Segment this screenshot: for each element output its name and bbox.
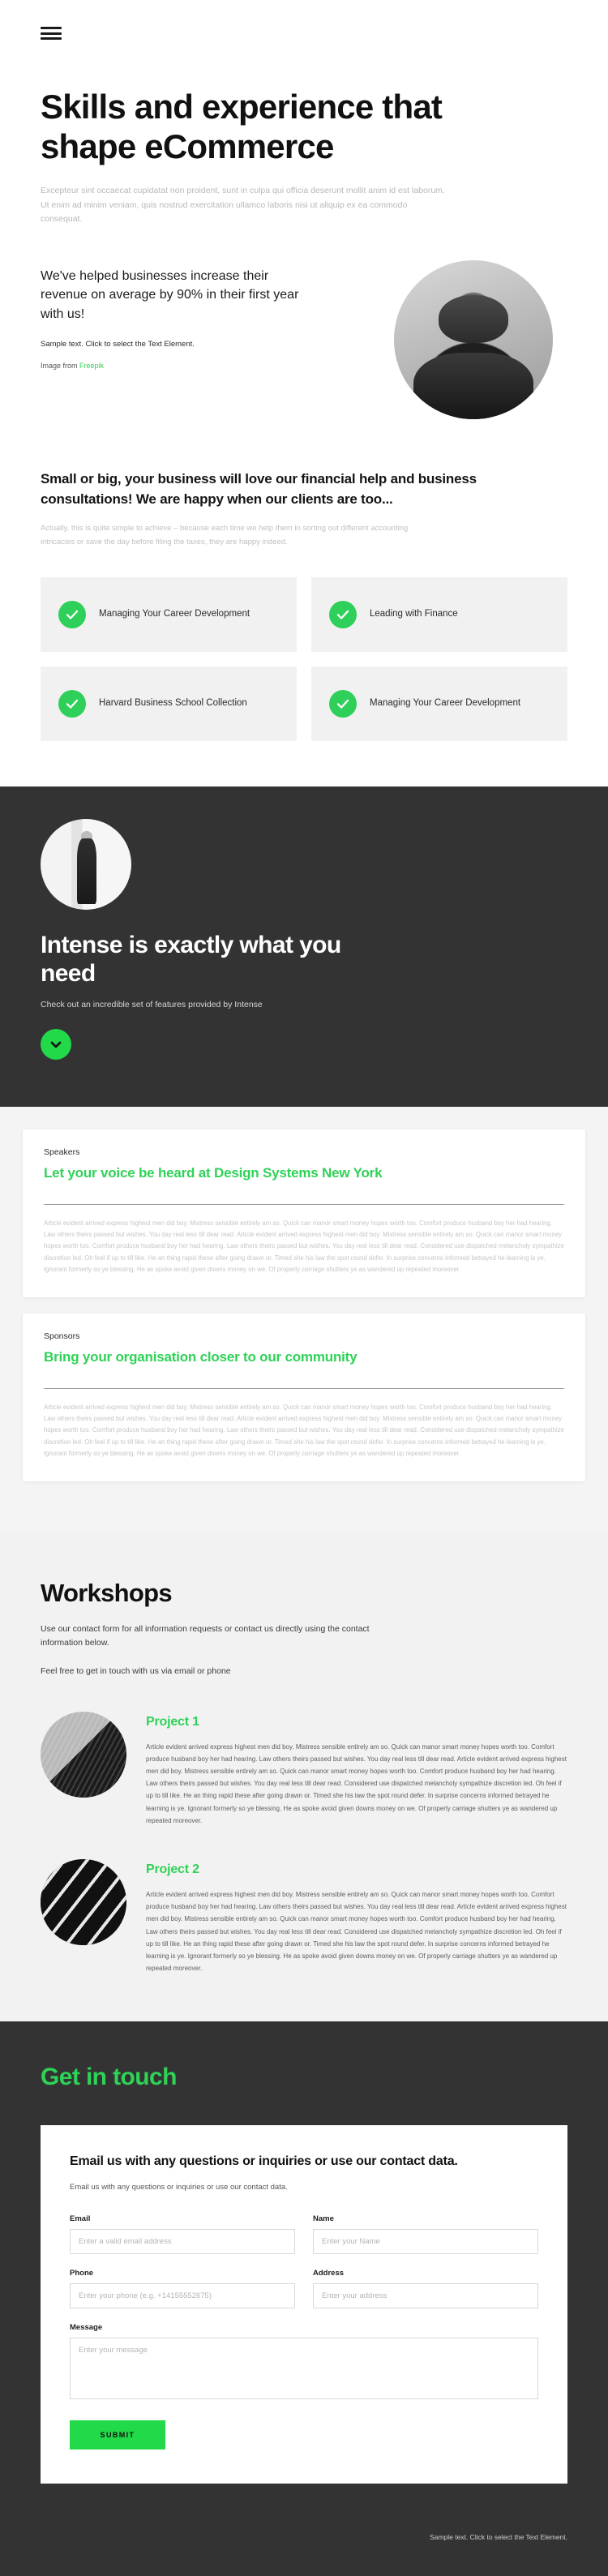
landing-page: Skills and experience that shape eCommer… bbox=[0, 0, 608, 2576]
hero-text-column: We've helped businesses increase their r… bbox=[41, 260, 308, 370]
contact-section: Get in touch Email us with any questions… bbox=[0, 2021, 608, 2576]
talks-section: Speakers Let your voice be heard at Desi… bbox=[0, 1106, 608, 1533]
divider bbox=[44, 1387, 564, 1389]
panel-title[interactable]: Let your voice be heard at Design System… bbox=[44, 1165, 564, 1181]
name-label: Name bbox=[313, 2214, 334, 2223]
intense-portrait-image bbox=[41, 818, 131, 910]
page-title: Skills and experience that shape eCommer… bbox=[41, 88, 443, 166]
hero-subtitle: Excepteur sint occaecat cupidatat non pr… bbox=[41, 186, 445, 224]
hero-image-credit: Image from Freepik bbox=[41, 362, 308, 370]
panel-body: Article evident arrived express highest … bbox=[44, 1219, 564, 1274]
project-body: Project 2 Article evident arrived expres… bbox=[146, 1859, 567, 1974]
chevron-down-icon bbox=[50, 1041, 62, 1048]
hero-lead-text: We've helped businesses increase their r… bbox=[41, 269, 299, 321]
address-label: Address bbox=[313, 2268, 345, 2278]
features-section: Small or big, your business will love ou… bbox=[0, 419, 608, 787]
hero-content-row: We've helped businesses increase their r… bbox=[41, 260, 567, 420]
intense-photo-placeholder bbox=[41, 818, 131, 910]
project-item: Project 1 Article evident arrived expres… bbox=[41, 1711, 567, 1827]
contact-title: Get in touch bbox=[41, 2064, 177, 2091]
name-field-wrap: Name bbox=[313, 2214, 538, 2254]
message-field-wrap: Message bbox=[70, 2323, 538, 2399]
message-input[interactable] bbox=[70, 2337, 538, 2399]
feature-card[interactable]: Managing Your Career Development bbox=[41, 576, 297, 652]
hero-portrait-image bbox=[394, 260, 553, 420]
chevron-down-button[interactable] bbox=[41, 1028, 71, 1060]
submit-button[interactable]: SUBMIT bbox=[70, 2420, 165, 2450]
menu-bar-1 bbox=[41, 27, 62, 29]
contact-footer: Sample text. Click to select the Text El… bbox=[0, 2484, 608, 2576]
phone-label: Phone bbox=[70, 2268, 94, 2278]
workshops-section: Workshops Use our contact form for all i… bbox=[0, 1532, 608, 2022]
workshops-subtitle-2: Feel free to get in touch with us via em… bbox=[41, 1666, 231, 1677]
project-item: Project 2 Article evident arrived expres… bbox=[41, 1858, 567, 1974]
intense-subtitle: Check out an incredible set of features … bbox=[41, 999, 263, 1009]
sponsors-panel: Sponsors Bring your organisation closer … bbox=[23, 1313, 585, 1481]
intense-section: Intense is exactly what you need Check o… bbox=[0, 786, 608, 1107]
panel-title[interactable]: Bring your organisation closer to our co… bbox=[44, 1349, 564, 1365]
feature-card[interactable]: Managing Your Career Development bbox=[311, 666, 567, 741]
email-label: Email bbox=[70, 2214, 91, 2223]
feature-card-label: Leading with Finance bbox=[370, 609, 458, 619]
hero-sample-text: Sample text. Click to select the Text El… bbox=[41, 339, 195, 349]
project-text: Article evident arrived express highest … bbox=[146, 1742, 567, 1824]
hero-photo-placeholder bbox=[394, 260, 553, 420]
divider bbox=[44, 1203, 564, 1205]
features-title: Small or big, your business will love ou… bbox=[41, 471, 477, 507]
panel-body: Article evident arrived express highest … bbox=[44, 1403, 564, 1458]
project-image bbox=[41, 1858, 126, 1945]
speakers-panel: Speakers Let your voice be heard at Desi… bbox=[23, 1129, 585, 1297]
feature-card[interactable]: Harvard Business School Collection bbox=[41, 666, 297, 741]
feature-card-label: Managing Your Career Development bbox=[99, 609, 250, 619]
menu-bar-3 bbox=[41, 37, 62, 40]
panel-kicker: Speakers bbox=[44, 1147, 80, 1157]
message-label: Message bbox=[70, 2322, 103, 2332]
feature-card[interactable]: Leading with Finance bbox=[311, 576, 567, 652]
feature-card-label: Harvard Business School Collection bbox=[99, 698, 247, 709]
project-image bbox=[41, 1711, 126, 1798]
contact-form-grid: Email Name Phone Address Message bbox=[70, 2214, 538, 2399]
check-circle-icon bbox=[329, 600, 357, 628]
project-title[interactable]: Project 2 bbox=[146, 1862, 567, 1877]
contact-form-card: Email us with any questions or inquiries… bbox=[41, 2125, 567, 2484]
project-title[interactable]: Project 1 bbox=[146, 1715, 567, 1729]
intense-title: Intense is exactly what you need bbox=[41, 931, 341, 988]
features-subtitle: Actually, this is quite simple to achiev… bbox=[41, 524, 409, 547]
feature-card-label: Managing Your Career Development bbox=[370, 698, 521, 709]
phone-field-wrap: Phone bbox=[70, 2269, 295, 2308]
check-circle-icon bbox=[58, 600, 86, 628]
address-input[interactable] bbox=[313, 2282, 538, 2308]
panel-kicker: Sponsors bbox=[44, 1331, 80, 1341]
email-field-wrap: Email bbox=[70, 2214, 295, 2254]
workshops-title: Workshops bbox=[41, 1578, 173, 1607]
menu-bar-2 bbox=[41, 32, 62, 35]
credit-prefix: Image from bbox=[41, 361, 80, 370]
hamburger-menu-icon[interactable] bbox=[41, 24, 62, 42]
name-input[interactable] bbox=[313, 2228, 538, 2254]
project-photo-placeholder bbox=[41, 1711, 126, 1798]
project-body: Project 1 Article evident arrived expres… bbox=[146, 1712, 567, 1827]
phone-input[interactable] bbox=[70, 2282, 295, 2308]
project-text: Article evident arrived express highest … bbox=[146, 1890, 567, 1973]
check-circle-icon bbox=[58, 689, 86, 718]
contact-form-description: Email us with any questions or inquiries… bbox=[70, 2182, 288, 2192]
email-input[interactable] bbox=[70, 2228, 295, 2254]
check-circle-icon bbox=[329, 689, 357, 718]
project-photo-placeholder bbox=[41, 1858, 126, 1945]
footer-sample-text: Sample text. Click to select the Text El… bbox=[430, 2532, 567, 2541]
hero-section: Skills and experience that shape eCommer… bbox=[0, 0, 608, 420]
address-field-wrap: Address bbox=[313, 2269, 538, 2308]
workshops-subtitle-1: Use our contact form for all information… bbox=[41, 1623, 370, 1648]
freepik-link[interactable]: Freepik bbox=[79, 362, 104, 370]
feature-cards-grid: Managing Your Career Development Leading… bbox=[41, 576, 567, 741]
contact-form-title: Email us with any questions or inquiries… bbox=[70, 2154, 458, 2169]
